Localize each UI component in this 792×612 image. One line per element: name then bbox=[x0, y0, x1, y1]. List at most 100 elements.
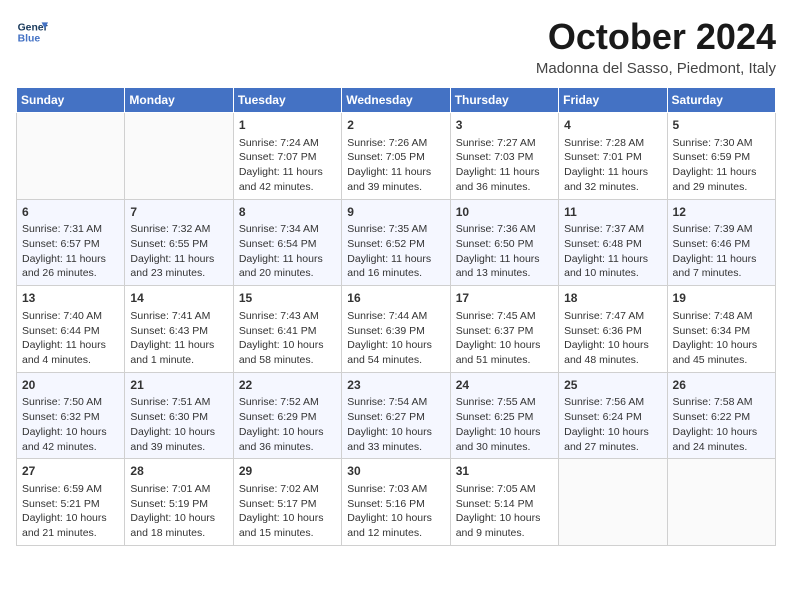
day-number: 24 bbox=[456, 377, 553, 394]
day-number: 26 bbox=[673, 377, 770, 394]
cell-info: Sunrise: 7:35 AMSunset: 6:52 PMDaylight:… bbox=[347, 222, 444, 281]
calendar-cell: 3 Sunrise: 7:27 AMSunset: 7:03 PMDaylight… bbox=[450, 113, 558, 200]
calendar-cell: 17 Sunrise: 7:45 AMSunset: 6:37 PMDayligh… bbox=[450, 286, 558, 373]
calendar-cell: 11Sunrise: 7:37 AMSunset: 6:48 PMDayligh… bbox=[559, 199, 667, 286]
weekday-header: Friday bbox=[559, 88, 667, 113]
calendar-week-row: 27 Sunrise: 6:59 AMSunset: 5:21 PMDayligh… bbox=[17, 459, 776, 546]
day-number: 29 bbox=[239, 463, 336, 480]
weekday-header: Sunday bbox=[17, 88, 125, 113]
calendar-cell: 25Sunrise: 7:56 AMSunset: 6:24 PMDayligh… bbox=[559, 372, 667, 459]
cell-info: Sunrise: 7:37 AMSunset: 6:48 PMDaylight:… bbox=[564, 222, 661, 281]
cell-info: Sunrise: 6:59 AMSunset: 5:21 PMDaylight:… bbox=[22, 482, 119, 541]
calendar-cell: 14Sunrise: 7:41 AMSunset: 6:43 PMDayligh… bbox=[125, 286, 233, 373]
day-number: 13 bbox=[22, 290, 119, 307]
day-number: 16 bbox=[347, 290, 444, 307]
cell-info: Sunrise: 7:27 AMSunset: 7:03 PMDaylight:… bbox=[456, 136, 553, 195]
calendar-week-row: 20Sunrise: 7:50 AMSunset: 6:32 PMDayligh… bbox=[17, 372, 776, 459]
calendar-cell: 21Sunrise: 7:51 AMSunset: 6:30 PMDayligh… bbox=[125, 372, 233, 459]
cell-info: Sunrise: 7:40 AMSunset: 6:44 PMDaylight:… bbox=[22, 309, 119, 368]
calendar-cell bbox=[559, 459, 667, 546]
calendar-cell: 28Sunrise: 7:01 AMSunset: 5:19 PMDayligh… bbox=[125, 459, 233, 546]
month-title: October 2024 bbox=[536, 16, 776, 58]
day-number: 27 bbox=[22, 463, 119, 480]
title-block: October 2024 Madonna del Sasso, Piedmont… bbox=[536, 16, 776, 77]
calendar-cell: 1 Sunrise: 7:24 AMSunset: 7:07 PMDaylight… bbox=[233, 113, 341, 200]
day-number: 25 bbox=[564, 377, 661, 394]
cell-info: Sunrise: 7:51 AMSunset: 6:30 PMDaylight:… bbox=[130, 395, 227, 454]
calendar-cell: 29 Sunrise: 7:02 AMSunset: 5:17 PMDayligh… bbox=[233, 459, 341, 546]
weekday-header: Monday bbox=[125, 88, 233, 113]
calendar-cell bbox=[125, 113, 233, 200]
cell-info: Sunrise: 7:47 AMSunset: 6:36 PMDaylight:… bbox=[564, 309, 661, 368]
cell-info: Sunrise: 7:28 AMSunset: 7:01 PMDaylight:… bbox=[564, 136, 661, 195]
calendar-cell: 2Sunrise: 7:26 AMSunset: 7:05 PMDaylight… bbox=[342, 113, 450, 200]
cell-info: Sunrise: 7:43 AMSunset: 6:41 PMDaylight:… bbox=[239, 309, 336, 368]
cell-info: Sunrise: 7:34 AMSunset: 6:54 PMDaylight:… bbox=[239, 222, 336, 281]
day-number: 30 bbox=[347, 463, 444, 480]
cell-info: Sunrise: 7:32 AMSunset: 6:55 PMDaylight:… bbox=[130, 222, 227, 281]
cell-info: Sunrise: 7:48 AMSunset: 6:34 PMDaylight:… bbox=[673, 309, 770, 368]
day-number: 7 bbox=[130, 204, 227, 221]
cell-info: Sunrise: 7:36 AMSunset: 6:50 PMDaylight:… bbox=[456, 222, 553, 281]
calendar-table: SundayMondayTuesdayWednesdayThursdayFrid… bbox=[16, 87, 776, 546]
calendar-cell: 30 Sunrise: 7:03 AMSunset: 5:16 PMDayligh… bbox=[342, 459, 450, 546]
day-number: 8 bbox=[239, 204, 336, 221]
cell-info: Sunrise: 7:45 AMSunset: 6:37 PMDaylight:… bbox=[456, 309, 553, 368]
weekday-header: Thursday bbox=[450, 88, 558, 113]
calendar-cell: 19 Sunrise: 7:48 AMSunset: 6:34 PMDayligh… bbox=[667, 286, 775, 373]
logo-icon: General Blue bbox=[16, 16, 48, 48]
day-number: 12 bbox=[673, 204, 770, 221]
calendar-cell: 26Sunrise: 7:58 AMSunset: 6:22 PMDayligh… bbox=[667, 372, 775, 459]
page-header: General Blue October 2024 Madonna del Sa… bbox=[16, 16, 776, 77]
calendar-cell bbox=[667, 459, 775, 546]
cell-info: Sunrise: 7:58 AMSunset: 6:22 PMDaylight:… bbox=[673, 395, 770, 454]
cell-info: Sunrise: 7:39 AMSunset: 6:46 PMDaylight:… bbox=[673, 222, 770, 281]
cell-info: Sunrise: 7:02 AMSunset: 5:17 PMDaylight:… bbox=[239, 482, 336, 541]
calendar-cell: 8Sunrise: 7:34 AMSunset: 6:54 PMDaylight… bbox=[233, 199, 341, 286]
day-number: 9 bbox=[347, 204, 444, 221]
calendar-cell: 13 Sunrise: 7:40 AMSunset: 6:44 PMDayligh… bbox=[17, 286, 125, 373]
calendar-cell: 7Sunrise: 7:32 AMSunset: 6:55 PMDaylight… bbox=[125, 199, 233, 286]
day-number: 15 bbox=[239, 290, 336, 307]
logo: General Blue bbox=[16, 16, 48, 48]
calendar-cell bbox=[17, 113, 125, 200]
cell-info: Sunrise: 7:55 AMSunset: 6:25 PMDaylight:… bbox=[456, 395, 553, 454]
weekday-header: Wednesday bbox=[342, 88, 450, 113]
calendar-cell: 18 Sunrise: 7:47 AMSunset: 6:36 PMDayligh… bbox=[559, 286, 667, 373]
calendar-week-row: 1 Sunrise: 7:24 AMSunset: 7:07 PMDaylight… bbox=[17, 113, 776, 200]
cell-info: Sunrise: 7:24 AMSunset: 7:07 PMDaylight:… bbox=[239, 136, 336, 195]
calendar-week-row: 13 Sunrise: 7:40 AMSunset: 6:44 PMDayligh… bbox=[17, 286, 776, 373]
day-number: 19 bbox=[673, 290, 770, 307]
day-number: 23 bbox=[347, 377, 444, 394]
calendar-cell: 5Sunrise: 7:30 AMSunset: 6:59 PMDaylight… bbox=[667, 113, 775, 200]
calendar-cell: 15 Sunrise: 7:43 AMSunset: 6:41 PMDayligh… bbox=[233, 286, 341, 373]
day-number: 11 bbox=[564, 204, 661, 221]
day-number: 31 bbox=[456, 463, 553, 480]
day-number: 1 bbox=[239, 117, 336, 134]
cell-info: Sunrise: 7:31 AMSunset: 6:57 PMDaylight:… bbox=[22, 222, 119, 281]
day-number: 3 bbox=[456, 117, 553, 134]
calendar-cell: 10Sunrise: 7:36 AMSunset: 6:50 PMDayligh… bbox=[450, 199, 558, 286]
day-number: 17 bbox=[456, 290, 553, 307]
calendar-cell: 4Sunrise: 7:28 AMSunset: 7:01 PMDaylight… bbox=[559, 113, 667, 200]
day-number: 6 bbox=[22, 204, 119, 221]
day-number: 28 bbox=[130, 463, 227, 480]
calendar-cell: 12Sunrise: 7:39 AMSunset: 6:46 PMDayligh… bbox=[667, 199, 775, 286]
day-number: 18 bbox=[564, 290, 661, 307]
calendar-cell: 9Sunrise: 7:35 AMSunset: 6:52 PMDaylight… bbox=[342, 199, 450, 286]
day-number: 2 bbox=[347, 117, 444, 134]
calendar-header-row: SundayMondayTuesdayWednesdayThursdayFrid… bbox=[17, 88, 776, 113]
weekday-header: Saturday bbox=[667, 88, 775, 113]
calendar-cell: 6Sunrise: 7:31 AMSunset: 6:57 PMDaylight… bbox=[17, 199, 125, 286]
svg-text:Blue: Blue bbox=[18, 34, 41, 45]
cell-info: Sunrise: 7:30 AMSunset: 6:59 PMDaylight:… bbox=[673, 136, 770, 195]
weekday-header: Tuesday bbox=[233, 88, 341, 113]
day-number: 21 bbox=[130, 377, 227, 394]
day-number: 20 bbox=[22, 377, 119, 394]
cell-info: Sunrise: 7:54 AMSunset: 6:27 PMDaylight:… bbox=[347, 395, 444, 454]
calendar-cell: 22Sunrise: 7:52 AMSunset: 6:29 PMDayligh… bbox=[233, 372, 341, 459]
day-number: 22 bbox=[239, 377, 336, 394]
calendar-cell: 23Sunrise: 7:54 AMSunset: 6:27 PMDayligh… bbox=[342, 372, 450, 459]
calendar-cell: 27 Sunrise: 6:59 AMSunset: 5:21 PMDayligh… bbox=[17, 459, 125, 546]
cell-info: Sunrise: 7:03 AMSunset: 5:16 PMDaylight:… bbox=[347, 482, 444, 541]
